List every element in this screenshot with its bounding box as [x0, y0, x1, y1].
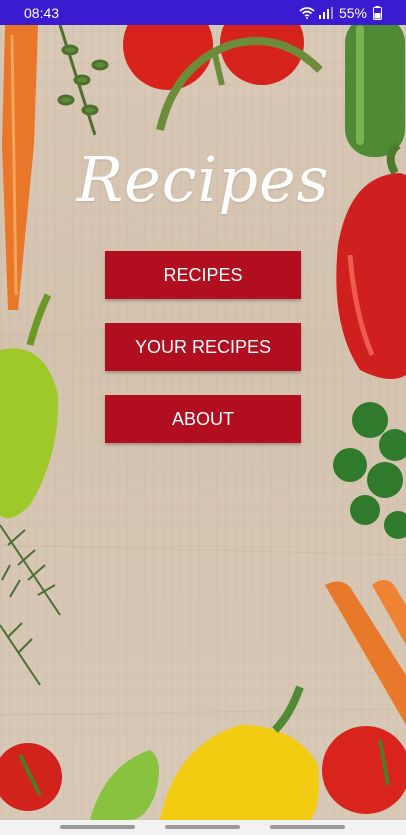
recipes-button[interactable]: RECIPES [105, 251, 301, 299]
signal-icon [318, 6, 333, 19]
about-button[interactable]: ABOUT [105, 395, 301, 443]
app-screen: Recipes RECIPES YOUR RECIPES ABOUT [0, 25, 406, 820]
status-right: 55% [299, 5, 382, 21]
nav-back-handle[interactable] [60, 825, 135, 829]
wifi-icon [299, 6, 315, 19]
app-title: Recipes [76, 143, 330, 216]
status-bar: 08:43 55% [0, 0, 406, 25]
your-recipes-button[interactable]: YOUR RECIPES [105, 323, 301, 371]
status-time: 08:43 [24, 4, 60, 21]
battery-percent: 55% [338, 4, 367, 21]
nav-home-handle[interactable] [165, 825, 240, 829]
nav-recents-handle[interactable] [270, 825, 345, 829]
status-icons [299, 6, 333, 19]
battery-icon [373, 5, 382, 20]
navigation-bar [0, 820, 406, 835]
